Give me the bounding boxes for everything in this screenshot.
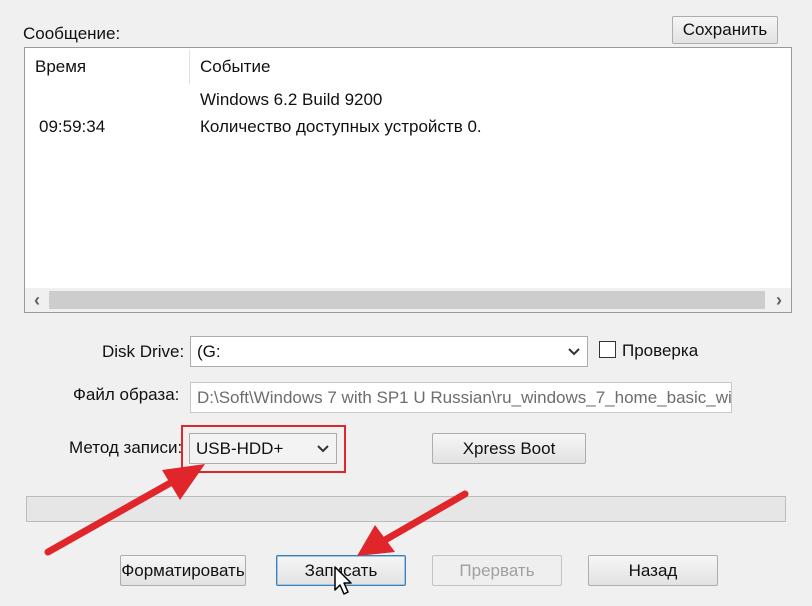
arrow-annotation-icon	[44, 464, 205, 556]
arrow-annotation-icon	[357, 490, 469, 556]
annotation-arrows	[44, 464, 469, 556]
mouse-cursor-icon	[334, 566, 352, 595]
